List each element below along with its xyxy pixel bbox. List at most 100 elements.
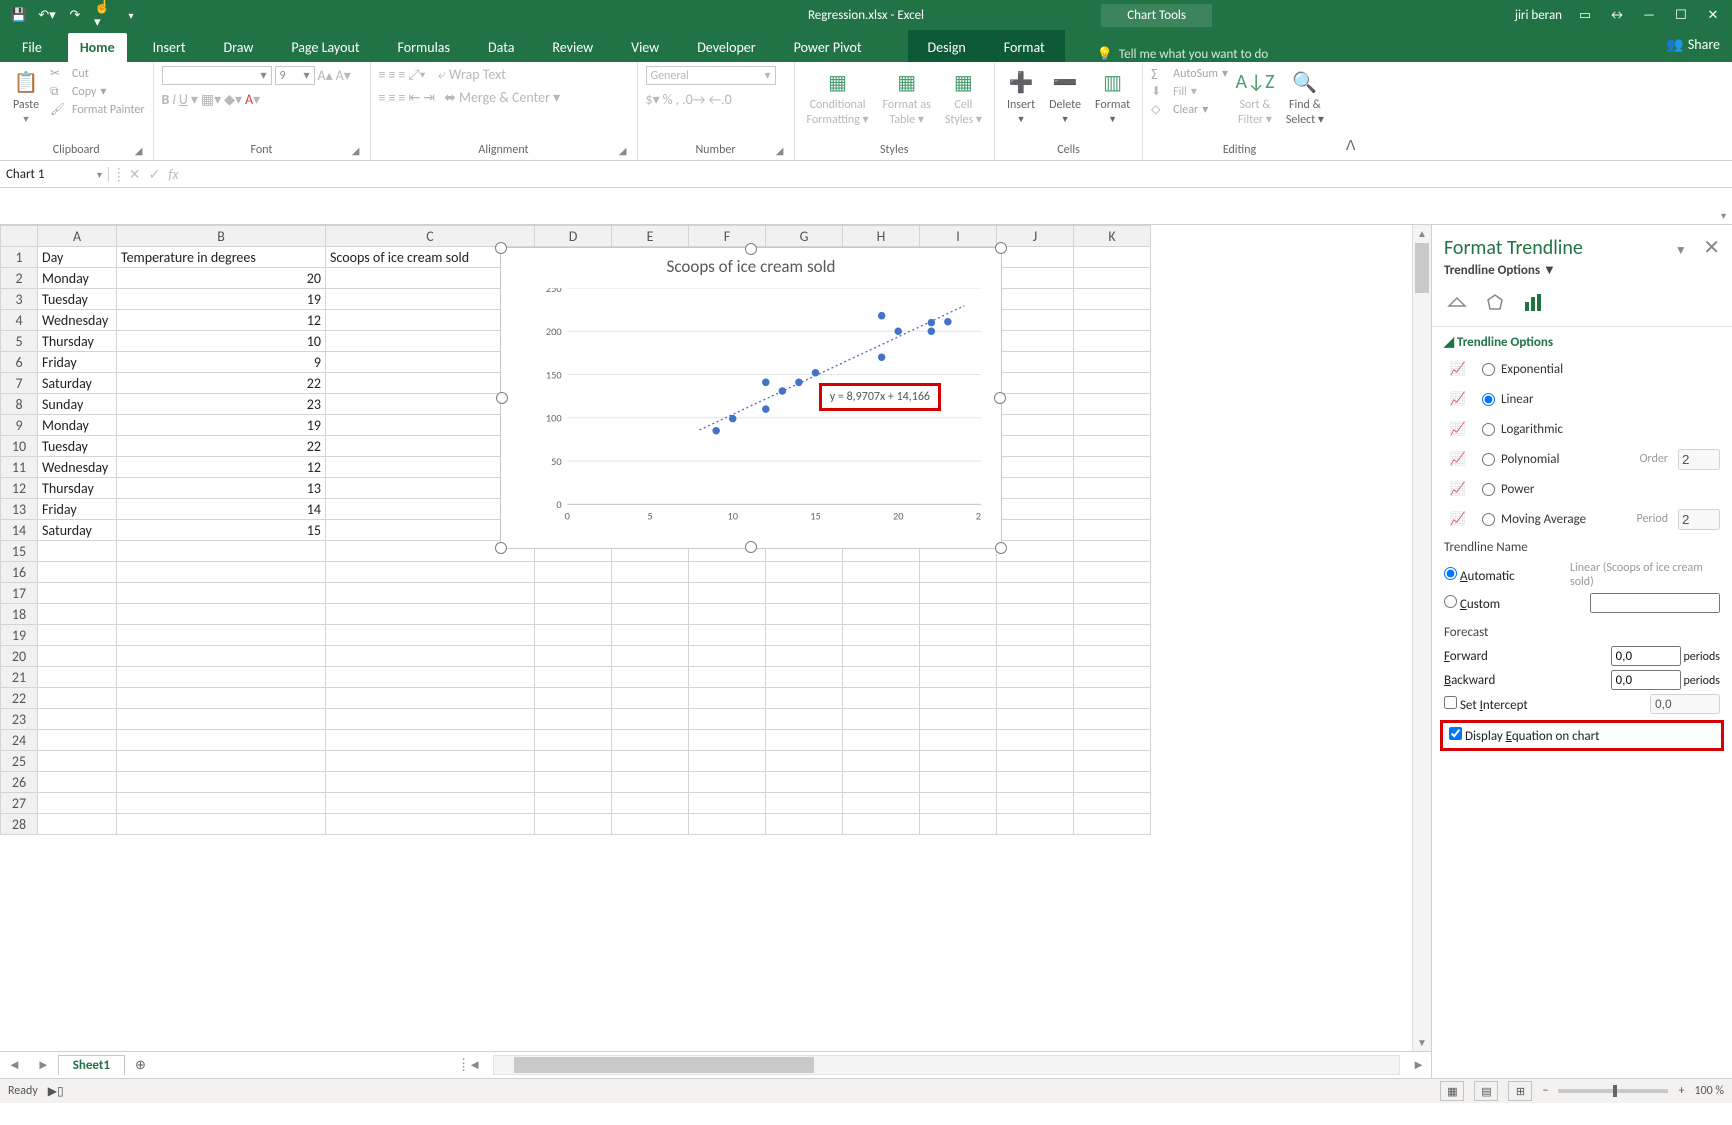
ribbon-options-icon[interactable]: ↔ — [1608, 6, 1626, 24]
cell[interactable] — [920, 772, 997, 793]
cell[interactable] — [1074, 520, 1151, 541]
increase-decimal-icon[interactable]: .0→ — [682, 91, 705, 108]
cell[interactable] — [997, 583, 1074, 604]
cell[interactable] — [1074, 730, 1151, 751]
cell[interactable]: 20 — [117, 268, 326, 289]
tab-view[interactable]: View — [619, 33, 671, 62]
delete-cells-button[interactable]: ➖Delete▼ — [1045, 66, 1085, 127]
cell[interactable] — [535, 625, 612, 646]
row-header[interactable]: 4 — [1, 310, 38, 331]
cut-button[interactable]: ✂Cut — [50, 66, 145, 81]
col-header[interactable]: H — [843, 226, 920, 247]
tab-design[interactable]: Design — [916, 33, 978, 62]
cell[interactable] — [612, 709, 689, 730]
cell[interactable]: Saturday — [38, 520, 117, 541]
cell[interactable]: 23 — [117, 394, 326, 415]
cell[interactable] — [1074, 709, 1151, 730]
cell[interactable] — [326, 751, 535, 772]
cell[interactable] — [1074, 814, 1151, 835]
row-header[interactable]: 1 — [1, 247, 38, 268]
cell[interactable] — [1074, 289, 1151, 310]
cell[interactable]: 22 — [117, 373, 326, 394]
number-format-select[interactable]: General▾ — [646, 66, 776, 85]
cell[interactable] — [38, 814, 117, 835]
cell[interactable] — [117, 772, 326, 793]
name-box[interactable]: Chart 1▾ — [0, 167, 109, 182]
cell[interactable] — [843, 583, 920, 604]
cell[interactable] — [843, 772, 920, 793]
cell[interactable] — [117, 562, 326, 583]
cell[interactable] — [535, 562, 612, 583]
cell[interactable]: 10 — [117, 331, 326, 352]
resize-handle[interactable] — [995, 242, 1007, 254]
resize-handle[interactable] — [745, 243, 757, 255]
cell[interactable] — [1074, 562, 1151, 583]
cell[interactable]: Friday — [38, 499, 117, 520]
cell[interactable] — [1074, 457, 1151, 478]
page-layout-view-button[interactable]: ▤ — [1474, 1081, 1498, 1101]
cell[interactable] — [612, 751, 689, 772]
cell[interactable] — [117, 583, 326, 604]
col-header[interactable]: K — [1074, 226, 1151, 247]
dialog-launcher-icon[interactable]: ◢ — [135, 144, 143, 157]
cell[interactable] — [997, 751, 1074, 772]
cell[interactable] — [1074, 667, 1151, 688]
border-button[interactable]: ▦▾ — [201, 91, 221, 108]
cell[interactable] — [920, 646, 997, 667]
order-input[interactable] — [1678, 449, 1720, 470]
cell[interactable]: Monday — [38, 415, 117, 436]
find-select-button[interactable]: 🔍Find &Select ▾ — [1282, 66, 1328, 129]
cell[interactable] — [843, 709, 920, 730]
redo-icon[interactable]: ↷ — [66, 6, 84, 24]
cell[interactable] — [843, 751, 920, 772]
cell[interactable] — [997, 415, 1074, 436]
cell[interactable] — [38, 562, 117, 583]
cell[interactable] — [766, 793, 843, 814]
cell[interactable] — [766, 688, 843, 709]
trendline-options-header[interactable]: Trendline Options — [1457, 335, 1553, 350]
row-header[interactable]: 3 — [1, 289, 38, 310]
cell[interactable] — [997, 478, 1074, 499]
cell[interactable] — [535, 772, 612, 793]
cell[interactable] — [1074, 793, 1151, 814]
cell[interactable] — [38, 772, 117, 793]
cancel-formula-icon[interactable]: ✕ — [129, 166, 141, 183]
cell[interactable] — [920, 751, 997, 772]
dialog-launcher-icon[interactable]: ◢ — [619, 144, 627, 157]
cell[interactable] — [689, 646, 766, 667]
cell[interactable] — [997, 373, 1074, 394]
cell[interactable] — [843, 667, 920, 688]
scroll-down-icon[interactable]: ▼ — [1413, 1036, 1431, 1049]
zoom-out-button[interactable]: − — [1542, 1084, 1548, 1098]
cell[interactable] — [997, 289, 1074, 310]
grow-font-icon[interactable]: A▴ — [318, 67, 333, 84]
sheet-nav-prev-icon[interactable]: ◄ — [0, 1057, 29, 1073]
col-header[interactable]: B — [117, 226, 326, 247]
cell[interactable] — [117, 730, 326, 751]
align-left-icon[interactable]: ≡ — [379, 89, 386, 106]
cell[interactable] — [997, 352, 1074, 373]
cell[interactable]: 19 — [117, 289, 326, 310]
cell[interactable] — [689, 688, 766, 709]
cell[interactable]: Monday — [38, 268, 117, 289]
moving-average-radio[interactable]: Moving Average — [1482, 512, 1586, 527]
format-as-table-button[interactable]: ▦Format asTable ▾ — [879, 66, 935, 129]
hscroll-left-icon[interactable]: ⁞ ◄ — [456, 1057, 487, 1073]
tab-page-layout[interactable]: Page Layout — [279, 33, 371, 62]
cell[interactable] — [689, 772, 766, 793]
cell[interactable] — [997, 541, 1074, 562]
cell[interactable] — [689, 667, 766, 688]
cell[interactable] — [326, 604, 535, 625]
cell[interactable] — [920, 688, 997, 709]
cell[interactable] — [766, 772, 843, 793]
fx-icon[interactable]: fx — [168, 166, 178, 183]
row-header[interactable]: 15 — [1, 541, 38, 562]
cell[interactable] — [38, 625, 117, 646]
cell[interactable]: Temperature in degrees — [117, 247, 326, 268]
sort-filter-button[interactable]: A↓ZSort &Filter ▾ — [1234, 66, 1276, 129]
custom-radio[interactable]: Custom — [1444, 595, 1500, 612]
cell[interactable] — [997, 709, 1074, 730]
exponential-radio[interactable]: Exponential — [1482, 362, 1563, 377]
row-header[interactable]: 19 — [1, 625, 38, 646]
sheet-tab[interactable]: Sheet1 — [58, 1055, 125, 1075]
